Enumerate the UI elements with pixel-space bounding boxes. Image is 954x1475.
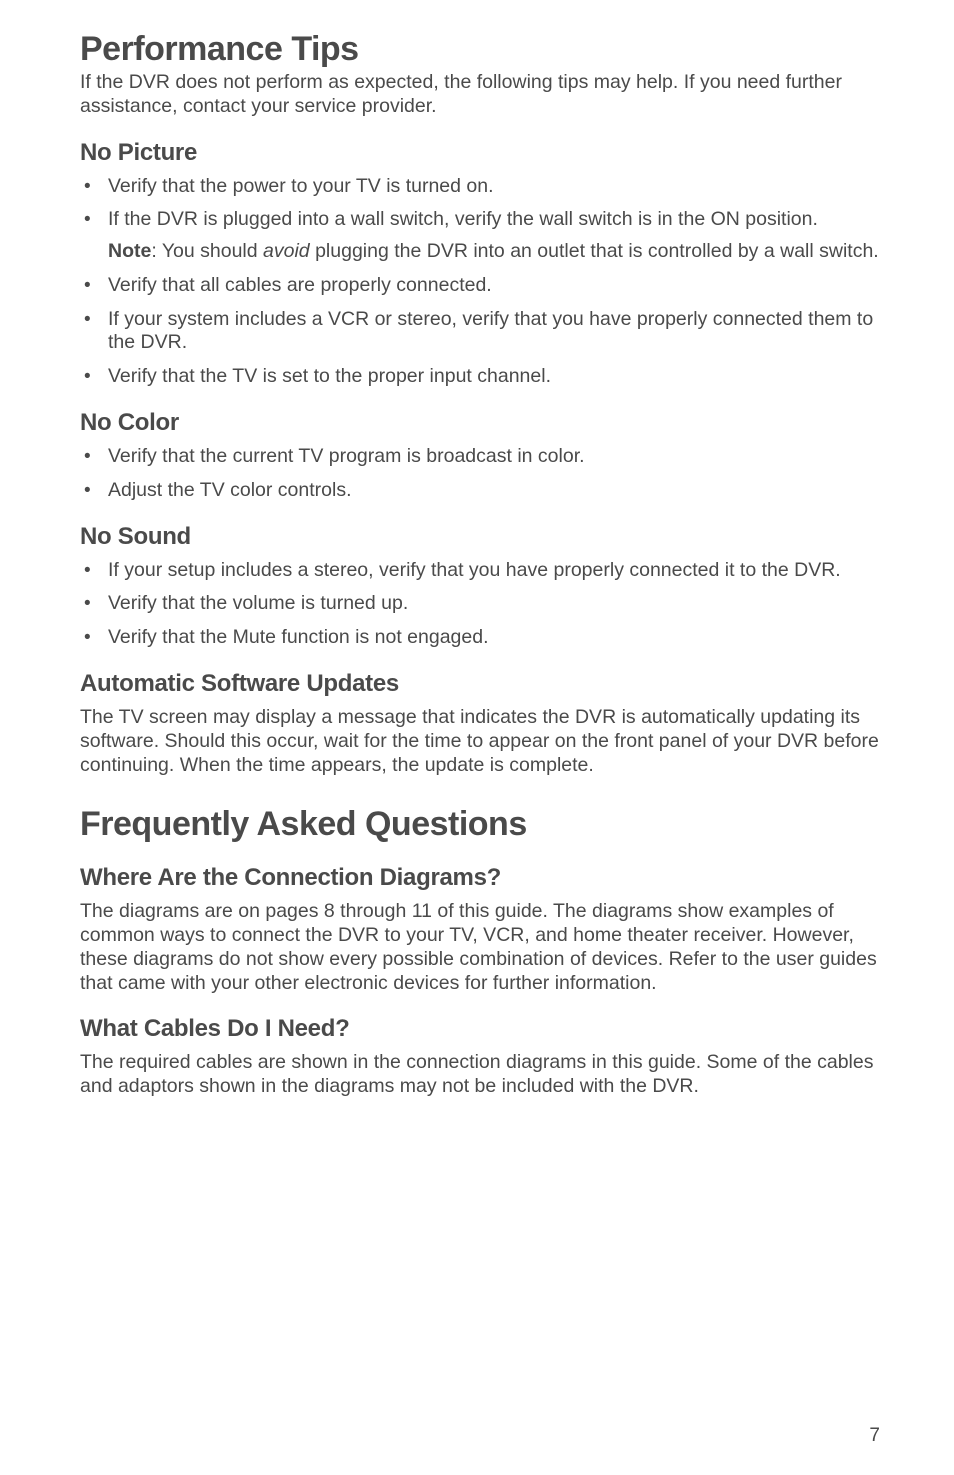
note-text-2: plugging the DVR into an outlet that is … xyxy=(310,240,879,262)
list-item-text: If the DVR is plugged into a wall switch… xyxy=(108,208,818,230)
list-item: Adjust the TV color controls. xyxy=(80,479,880,503)
list-item: Verify that the Mute function is not eng… xyxy=(80,626,880,650)
cables-paragraph: The required cables are shown in the con… xyxy=(80,1051,880,1099)
page-number: 7 xyxy=(869,1425,880,1447)
no-color-list: Verify that the current TV program is br… xyxy=(80,445,880,503)
list-item: Verify that the power to your TV is turn… xyxy=(80,175,880,199)
no-picture-heading: No Picture xyxy=(80,139,880,167)
no-color-heading: No Color xyxy=(80,409,880,437)
note-block: Note: You should avoid plugging the DVR … xyxy=(108,240,880,264)
list-item: Verify that the volume is turned up. xyxy=(80,592,880,616)
list-item: If the DVR is plugged into a wall switch… xyxy=(80,208,880,264)
connection-diagrams-heading: Where Are the Connection Diagrams? xyxy=(80,864,880,892)
performance-tips-title: Performance Tips xyxy=(80,30,880,69)
note-label: Note xyxy=(108,240,151,262)
faq-title: Frequently Asked Questions xyxy=(80,805,880,844)
no-sound-list: If your setup includes a stereo, verify … xyxy=(80,559,880,650)
cables-heading: What Cables Do I Need? xyxy=(80,1015,880,1043)
list-item: Verify that all cables are properly conn… xyxy=(80,274,880,298)
list-item: If your system includes a VCR or stereo,… xyxy=(80,308,880,356)
connection-diagrams-paragraph: The diagrams are on pages 8 through 11 o… xyxy=(80,900,880,995)
performance-tips-intro: If the DVR does not perform as expected,… xyxy=(80,71,880,119)
auto-updates-paragraph: The TV screen may display a message that… xyxy=(80,706,880,777)
list-item: Verify that the TV is set to the proper … xyxy=(80,365,880,389)
list-item: Verify that the current TV program is br… xyxy=(80,445,880,469)
no-sound-heading: No Sound xyxy=(80,523,880,551)
no-picture-list: Verify that the power to your TV is turn… xyxy=(80,175,880,389)
auto-updates-heading: Automatic Software Updates xyxy=(80,670,880,698)
page-container: Performance Tips If the DVR does not per… xyxy=(0,0,954,1475)
note-text-1: : You should xyxy=(151,240,263,262)
list-item: If your setup includes a stereo, verify … xyxy=(80,559,880,583)
note-italic: avoid xyxy=(263,240,310,262)
